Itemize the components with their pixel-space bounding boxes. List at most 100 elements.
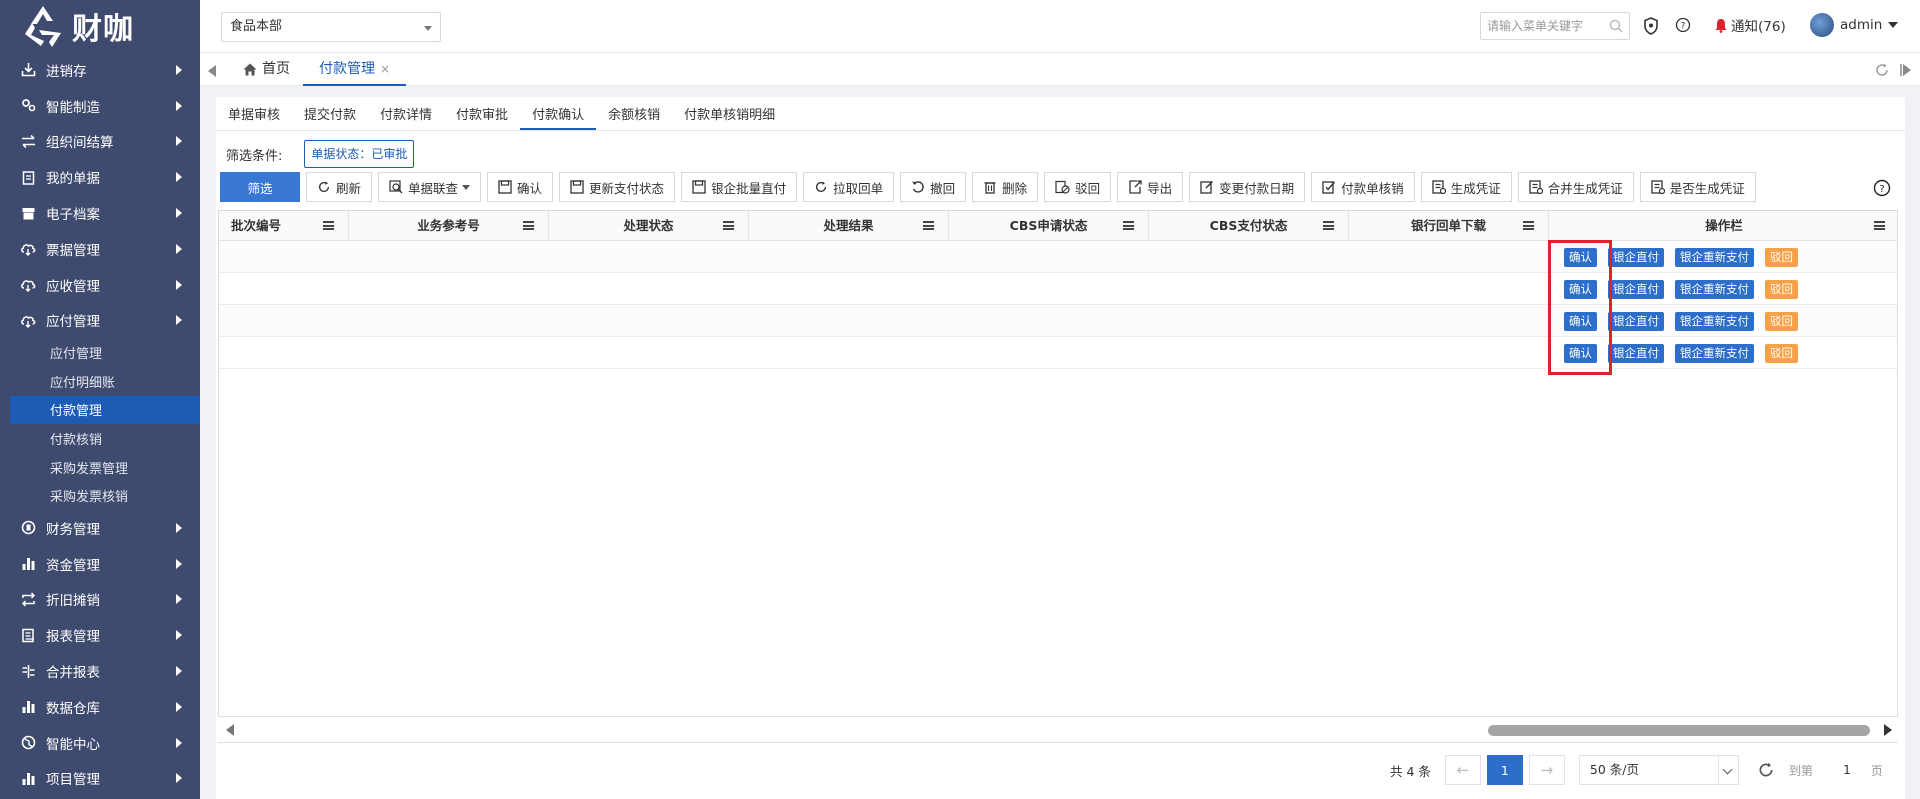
help-icon[interactable]: ? (1873, 179, 1891, 197)
filter-chip-status[interactable]: 单据状态：已审批 (304, 140, 415, 168)
column-menu-icon[interactable] (1123, 221, 1134, 230)
next-page-icon[interactable]: → (1528, 755, 1565, 785)
column-menu-icon[interactable] (1523, 221, 1534, 230)
sidebar-item-bottom-2[interactable]: 折旧摊销 (0, 582, 200, 618)
query-linked-button[interactable]: 单据联查 (378, 172, 482, 202)
search-icon[interactable] (1609, 19, 1623, 33)
tab-scroll-left-icon[interactable] (208, 65, 216, 77)
row-bank-direct-pay-button[interactable]: 银企直付 (1608, 312, 1664, 331)
sidebar-item-top-5[interactable]: 票据管理 (0, 231, 200, 267)
column-header-2[interactable]: 处理状态 (549, 211, 749, 241)
writeoff-button[interactable]: 付款单核销 (1311, 172, 1415, 202)
sidebar-subitem-2[interactable]: 付款管理 (10, 395, 200, 425)
sidebar-item-bottom-3[interactable]: 报表管理 (0, 617, 200, 653)
sidebar-item-top-1[interactable]: 智能制造 (0, 88, 200, 124)
column-header-5[interactable]: CBS支付状态 (1149, 211, 1349, 241)
sidebar-subitem-4[interactable]: 采购发票管理 (0, 453, 200, 482)
column-menu-icon[interactable] (1323, 221, 1334, 230)
row-bank-direct-pay-button[interactable]: 银企直付 (1608, 248, 1664, 267)
column-menu-icon[interactable] (723, 221, 734, 230)
scroll-right-icon[interactable] (1884, 724, 1892, 736)
scroll-thumb[interactable] (1488, 725, 1870, 736)
row-reject-button[interactable]: 驳回 (1765, 312, 1798, 331)
tab-scroll-right-icon[interactable] (1900, 64, 1912, 76)
delete-button[interactable]: 删除 (972, 172, 1039, 202)
column-header-4[interactable]: CBS申请状态 (949, 211, 1149, 241)
row-confirm-button[interactable]: 确认 (1564, 312, 1597, 331)
subtab-5[interactable]: 余额核销 (596, 103, 672, 130)
row-bank-repay-button[interactable]: 银企重新支付 (1675, 280, 1754, 299)
subtab-0[interactable]: 单据审核 (216, 103, 292, 130)
sidebar-item-top-6[interactable]: 应收管理 (0, 267, 200, 303)
pull-receipt-button[interactable]: 拉取回单 (803, 172, 895, 202)
withdraw-button[interactable]: 撤回 (900, 172, 967, 202)
sidebar-item-top-2[interactable]: 组织间结算 (0, 124, 200, 160)
column-header-6[interactable]: 银行回单下载 (1349, 211, 1549, 241)
row-bank-direct-pay-button[interactable]: 银企直付 (1608, 280, 1664, 299)
user-menu[interactable]: admin (1810, 13, 1899, 37)
merge-gen-voucher-button[interactable]: 合并生成凭证 (1517, 172, 1634, 202)
filter-button[interactable]: 筛选 (220, 172, 300, 202)
update-pay-status-button[interactable]: 更新支付状态 (559, 172, 676, 202)
page-number-current[interactable]: 1 (1486, 755, 1523, 785)
sidebar-item-bottom-0[interactable]: 财务管理 (0, 510, 200, 546)
help-icon[interactable]: ? (1675, 17, 1691, 33)
column-header-0[interactable]: 批次编号 (219, 211, 349, 241)
row-bank-repay-button[interactable]: 银企重新支付 (1675, 344, 1754, 363)
subtab-6[interactable]: 付款单核销明细 (672, 103, 787, 130)
company-select[interactable]: 食品本部 (221, 12, 441, 42)
refresh-icon[interactable] (1874, 62, 1890, 78)
prev-page-icon[interactable]: ← (1444, 755, 1481, 785)
row-bank-repay-button[interactable]: 银企重新支付 (1675, 248, 1754, 267)
tab-payment-management[interactable]: 付款管理 × (303, 53, 407, 86)
column-menu-icon[interactable] (923, 221, 934, 230)
whether-gen-voucher-button[interactable]: 是否生成凭证 (1639, 172, 1756, 202)
column-menu-icon[interactable] (523, 221, 534, 230)
subtab-3[interactable]: 付款审批 (444, 103, 520, 130)
row-reject-button[interactable]: 驳回 (1765, 344, 1798, 363)
scroll-left-icon[interactable] (226, 724, 234, 736)
row-confirm-button[interactable]: 确认 (1564, 248, 1597, 267)
sidebar-item-top-0[interactable]: 进销存 (0, 52, 200, 88)
sidebar-subitem-1[interactable]: 应付明细账 (0, 367, 200, 396)
column-menu-icon[interactable] (1874, 221, 1885, 230)
page-size-select[interactable]: 50 条/页 (1578, 755, 1739, 785)
sidebar-item-top-4[interactable]: 电子档案 (0, 195, 200, 231)
row-reject-button[interactable]: 驳回 (1765, 248, 1798, 267)
sidebar-item-bottom-7[interactable]: 项目管理 (0, 761, 200, 797)
column-header-3[interactable]: 处理结果 (749, 211, 949, 241)
sidebar-subitem-3[interactable]: 付款核销 (0, 424, 200, 453)
change-pay-date-button[interactable]: 变更付款日期 (1189, 172, 1306, 202)
close-icon[interactable]: × (380, 62, 390, 76)
sidebar-subitem-5[interactable]: 采购发票核销 (0, 481, 200, 510)
confirm-button[interactable]: 确认 (487, 172, 554, 202)
shield-icon[interactable] (1643, 17, 1659, 35)
sidebar-item-bottom-4[interactable]: 合并报表 (0, 653, 200, 689)
sidebar-item-bottom-1[interactable]: 资金管理 (0, 546, 200, 582)
subtab-2[interactable]: 付款详情 (368, 103, 444, 130)
menu-search-input[interactable]: 请输入菜单关键字 (1480, 12, 1630, 40)
reject-button[interactable]: 驳回 (1044, 172, 1112, 202)
sidebar-item-top-3[interactable]: 我的单据 (0, 159, 200, 195)
row-confirm-button[interactable]: 确认 (1564, 280, 1597, 299)
subtab-1[interactable]: 提交付款 (292, 103, 368, 130)
goto-page-input[interactable]: 1 (1829, 763, 1865, 777)
column-header-1[interactable]: 业务参考号 (349, 211, 549, 241)
export-button[interactable]: 导出 (1117, 172, 1184, 202)
refresh-button[interactable]: 刷新 (306, 172, 373, 202)
bank-batch-pay-button[interactable]: 银企批量直付 (681, 172, 798, 202)
row-bank-repay-button[interactable]: 银企重新支付 (1675, 312, 1754, 331)
column-menu-icon[interactable] (323, 221, 334, 230)
tab-home[interactable]: 首页 (243, 53, 290, 86)
row-reject-button[interactable]: 驳回 (1765, 280, 1798, 299)
row-bank-direct-pay-button[interactable]: 银企直付 (1608, 344, 1664, 363)
row-confirm-button[interactable]: 确认 (1564, 344, 1597, 363)
column-header-7[interactable]: 操作栏 (1549, 211, 1897, 241)
sidebar-item-bottom-5[interactable]: 数据仓库 (0, 689, 200, 725)
sidebar-item-bottom-6[interactable]: 智能中心 (0, 725, 200, 761)
horizontal-scrollbar[interactable] (218, 716, 1898, 742)
subtab-4[interactable]: 付款确认 (520, 103, 597, 130)
notification-button[interactable]: 通知(76) (1714, 15, 1786, 35)
refresh-icon[interactable] (1757, 761, 1775, 779)
sidebar-item-top-7[interactable]: 应付管理 (0, 303, 200, 339)
